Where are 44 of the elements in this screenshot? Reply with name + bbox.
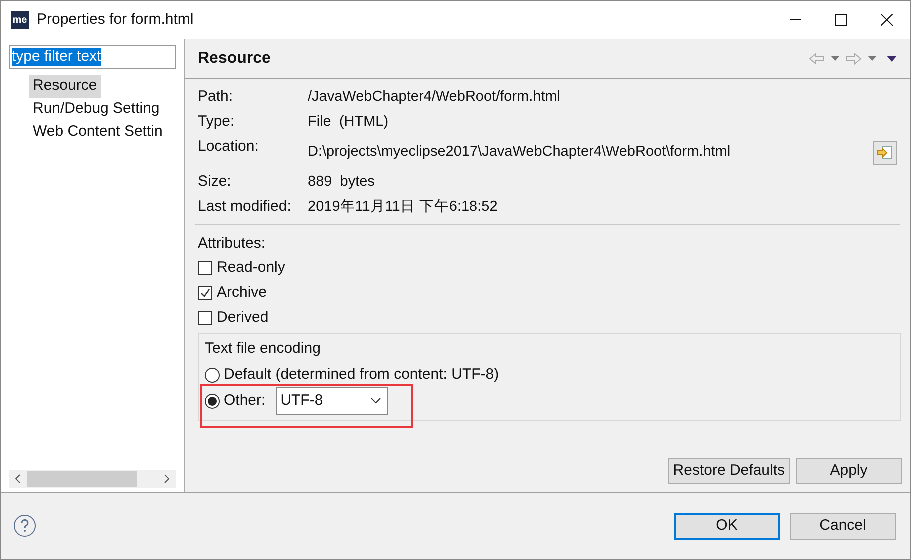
field-value: D:\projects\myeclipse2017\JavaWebChapter4\WebRoot\form.html bbox=[308, 142, 731, 162]
sidebar-item[interactable]: Run/Debug Setting bbox=[29, 98, 164, 121]
sidebar-item[interactable]: Web Content Settin bbox=[29, 121, 167, 144]
scrollbar-thumb[interactable] bbox=[27, 471, 137, 487]
radio-button[interactable] bbox=[205, 368, 220, 382]
action-button[interactable]: Apply bbox=[796, 458, 902, 484]
filter-text: type filter text bbox=[12, 48, 102, 66]
help-icon[interactable] bbox=[14, 515, 36, 537]
chevron-down-icon bbox=[370, 398, 381, 404]
checkbox-label: Derived bbox=[217, 308, 269, 328]
sidebar-item[interactable]: Resource bbox=[29, 75, 102, 98]
radio-button[interactable] bbox=[205, 394, 220, 408]
radio-label: Other: bbox=[224, 390, 266, 411]
field-label: Size: bbox=[198, 172, 232, 192]
radio-label: Default (determined from content: UTF-8) bbox=[224, 364, 500, 385]
encoding-dropdown[interactable]: UTF-8 bbox=[276, 387, 388, 415]
field-label: Location: bbox=[198, 137, 260, 157]
dropdown-icon[interactable] bbox=[831, 56, 840, 61]
window-title: Properties for form.html bbox=[37, 10, 194, 30]
field-value: 889 bytes bbox=[308, 172, 375, 192]
menu-icon[interactable] bbox=[887, 56, 897, 62]
open-location-button[interactable] bbox=[873, 140, 897, 164]
group-title: Text file encoding bbox=[205, 338, 322, 358]
dialog-button[interactable]: OK bbox=[674, 512, 780, 540]
checkbox-label: Archive bbox=[217, 282, 268, 303]
dialog-button[interactable]: Cancel bbox=[790, 512, 896, 540]
dropdown-value: UTF-8 bbox=[280, 390, 324, 411]
dropdown-icon[interactable] bbox=[868, 56, 877, 61]
checkbox-label: Read-only bbox=[217, 258, 286, 278]
filter-field[interactable]: type filter text bbox=[9, 45, 176, 69]
checkbox[interactable] bbox=[198, 261, 212, 275]
checkbox[interactable] bbox=[198, 286, 212, 300]
field-value: File (HTML) bbox=[308, 112, 389, 132]
checkbox[interactable] bbox=[198, 311, 212, 325]
attributes-label: Attributes: bbox=[198, 234, 267, 254]
field-label: Type: bbox=[198, 112, 236, 132]
arrow-into-document-icon bbox=[877, 146, 893, 160]
field-label: Path: bbox=[198, 87, 234, 108]
page-title: Resource bbox=[198, 48, 271, 68]
field-value: /JavaWebChapter4/WebRoot/form.html bbox=[308, 88, 561, 107]
app-logo: me bbox=[11, 11, 29, 29]
field-label: Last modified: bbox=[198, 197, 292, 218]
field-value: 2019年11月11日 下午6:18:52 bbox=[308, 198, 498, 217]
action-button[interactable]: Restore Defaults bbox=[668, 458, 790, 484]
